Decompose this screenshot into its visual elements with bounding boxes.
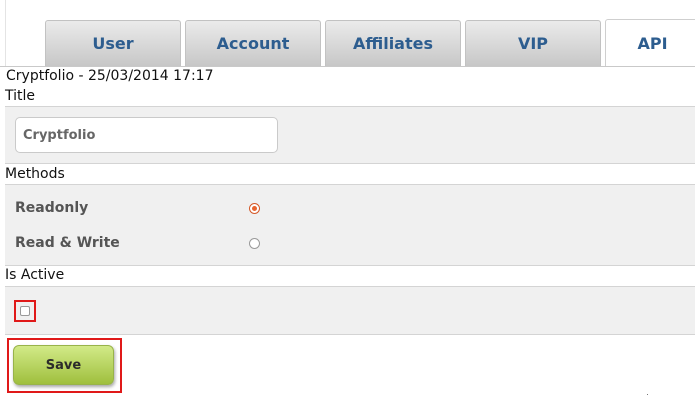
title-input[interactable] — [15, 117, 278, 153]
api-key-header: Cryptfolio - 25/03/2014 17:17 — [6, 68, 214, 84]
tab-account[interactable]: Account — [185, 20, 321, 66]
is-active-label: Is Active — [5, 267, 65, 283]
methods-panel: Readonly Read & Write — [5, 184, 695, 266]
method-readonly-label: Readonly — [15, 200, 89, 216]
tab-bar-edge — [5, 0, 6, 66]
title-panel — [5, 106, 695, 164]
tab-bar-divider — [0, 66, 695, 67]
method-readwrite-radio[interactable] — [249, 238, 260, 249]
title-label: Title — [5, 88, 36, 104]
method-readwrite-label: Read & Write — [15, 235, 120, 251]
tab-vip[interactable]: VIP — [465, 20, 601, 66]
is-active-checkbox-highlight — [14, 300, 36, 322]
tab-affiliates[interactable]: Affiliates — [325, 20, 461, 66]
tab-user[interactable]: User — [45, 20, 181, 66]
is-active-panel — [5, 286, 695, 335]
stray-dot — [647, 394, 648, 395]
save-button-highlight: Save — [7, 338, 122, 393]
save-button[interactable]: Save — [13, 345, 114, 385]
is-active-checkbox[interactable] — [20, 306, 30, 316]
tab-api[interactable]: API — [605, 19, 695, 67]
tab-bar: User Account Affiliates VIP API — [0, 0, 695, 67]
methods-label: Methods — [5, 166, 65, 182]
method-readonly-radio[interactable] — [249, 203, 260, 214]
